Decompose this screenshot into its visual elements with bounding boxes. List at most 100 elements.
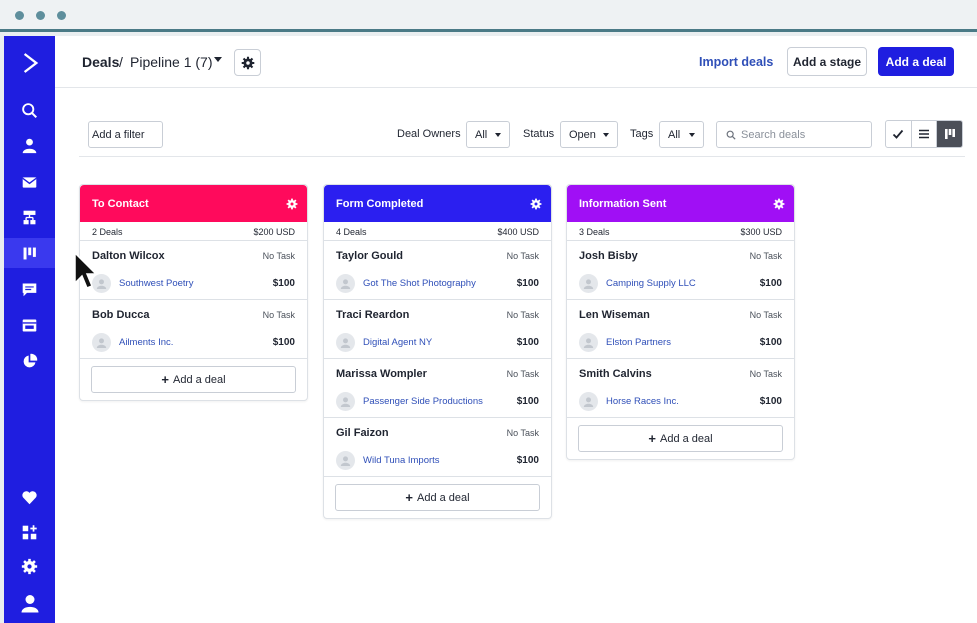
- contacts-person-icon[interactable]: [4, 130, 55, 160]
- deal-contact-name[interactable]: Dalton Wilcox: [92, 250, 165, 262]
- avatar: [92, 333, 111, 352]
- column-add-deal-button[interactable]: + Add a deal: [91, 366, 296, 393]
- deal-task-status[interactable]: No Task: [507, 369, 539, 379]
- search-input[interactable]: [741, 127, 866, 143]
- import-deals-link[interactable]: Import deals: [699, 55, 773, 69]
- add-deal-button[interactable]: Add a deal: [878, 47, 954, 76]
- user-avatar-icon[interactable]: [4, 588, 55, 618]
- sidebar: [4, 36, 55, 623]
- pipeline-selector[interactable]: Pipeline 1 (7): [130, 54, 213, 70]
- chevron-down-icon: [603, 133, 609, 137]
- deals-pipeline-icon[interactable]: [4, 238, 55, 268]
- pipeline-settings-button[interactable]: [234, 49, 261, 76]
- breadcrumb-deals[interactable]: Deals: [82, 54, 119, 70]
- website-layout-icon[interactable]: [4, 310, 55, 340]
- email-envelope-icon[interactable]: [4, 167, 55, 197]
- deal-owners-select[interactable]: All: [466, 121, 510, 148]
- deal-card[interactable]: Len Wiseman No Task Elston Partners $100: [567, 300, 794, 359]
- deal-task-status[interactable]: No Task: [263, 251, 295, 261]
- person-icon: [340, 338, 351, 348]
- deal-card[interactable]: Traci Reardon No Task Digital Agent NY $…: [324, 300, 551, 359]
- deal-task-status[interactable]: No Task: [507, 310, 539, 320]
- person-icon: [583, 338, 594, 348]
- stage-title[interactable]: To Contact: [92, 198, 149, 210]
- deal-task-status[interactable]: No Task: [750, 310, 782, 320]
- gear-icon[interactable]: [286, 197, 298, 210]
- list-view-button[interactable]: [912, 121, 938, 147]
- column-add-deal-button[interactable]: + Add a deal: [335, 484, 540, 511]
- chevron-down-icon: [689, 133, 695, 137]
- logo-chevron-icon[interactable]: [4, 46, 55, 80]
- deal-contact-name[interactable]: Bob Ducca: [92, 309, 149, 321]
- deal-task-status[interactable]: No Task: [507, 428, 539, 438]
- deal-card[interactable]: Smith Calvins No Task Horse Races Inc. $…: [567, 359, 794, 418]
- stage-column: To Contact 2 Deals $200 USD Dalton Wilco…: [79, 184, 308, 401]
- deal-task-status[interactable]: No Task: [263, 310, 295, 320]
- heart-icon[interactable]: [4, 482, 55, 512]
- deal-contact-name[interactable]: Smith Calvins: [579, 368, 652, 380]
- deal-contact-name[interactable]: Gil Faizon: [336, 427, 389, 439]
- tags-value: All: [668, 128, 681, 141]
- deal-contact-name[interactable]: Traci Reardon: [336, 309, 409, 321]
- deal-contact-name[interactable]: Marissa Wompler: [336, 368, 427, 380]
- apps-add-icon[interactable]: [4, 517, 55, 547]
- deal-contact-name[interactable]: Taylor Gould: [336, 250, 403, 262]
- deal-contact-name[interactable]: Len Wiseman: [579, 309, 650, 321]
- deal-contact-name[interactable]: Josh Bisby: [579, 250, 638, 262]
- automations-icon[interactable]: [4, 202, 55, 232]
- deal-organization-link[interactable]: Ailments Inc.: [119, 337, 173, 348]
- deal-organization-link[interactable]: Passenger Side Productions: [363, 396, 483, 407]
- deal-value: $100: [272, 278, 295, 289]
- deal-organization-link[interactable]: Southwest Poetry: [119, 278, 193, 289]
- gear-icon[interactable]: [530, 197, 542, 210]
- deal-list: Taylor Gould No Task Got The Shot Photog…: [324, 241, 551, 477]
- kanban-view-button[interactable]: [937, 121, 962, 147]
- view-toggle-group: [885, 120, 963, 148]
- stage-title[interactable]: Information Sent: [579, 198, 666, 210]
- stage-summary: 2 Deals $200 USD: [80, 222, 307, 241]
- deal-card[interactable]: Taylor Gould No Task Got The Shot Photog…: [324, 241, 551, 300]
- deal-value: $100: [516, 455, 539, 466]
- deal-task-status[interactable]: No Task: [750, 251, 782, 261]
- deal-card[interactable]: Josh Bisby No Task Camping Supply LLC $1…: [567, 241, 794, 300]
- chevron-down-icon[interactable]: [214, 57, 222, 62]
- deal-card[interactable]: Marissa Wompler No Task Passenger Side P…: [324, 359, 551, 418]
- settings-gear-icon[interactable]: [4, 551, 55, 581]
- deal-task-status[interactable]: No Task: [750, 369, 782, 379]
- deal-owners-label: Deal Owners: [397, 128, 461, 140]
- stage-deal-count: 3 Deals: [579, 227, 610, 237]
- deal-list: Dalton Wilcox No Task Southwest Poetry $…: [80, 241, 307, 359]
- add-stage-button[interactable]: Add a stage: [787, 47, 867, 76]
- deal-organization-link[interactable]: Elston Partners: [606, 337, 671, 348]
- deal-card[interactable]: Gil Faizon No Task Wild Tuna Imports $10…: [324, 418, 551, 477]
- stage-deal-count: 4 Deals: [336, 227, 367, 237]
- deal-organization-link[interactable]: Digital Agent NY: [363, 337, 432, 348]
- column-add-deal-label: Add a deal: [172, 373, 226, 386]
- gear-icon: [241, 56, 254, 69]
- stage-summary: 4 Deals $400 USD: [324, 222, 551, 241]
- add-filter-button[interactable]: Add a filter: [88, 121, 163, 148]
- deal-card[interactable]: Dalton Wilcox No Task Southwest Poetry $…: [80, 241, 307, 300]
- deal-organization-link[interactable]: Camping Supply LLC: [606, 278, 696, 289]
- tags-select[interactable]: All: [659, 121, 704, 148]
- conversations-chat-icon[interactable]: [4, 274, 55, 304]
- search-deals-box[interactable]: [716, 121, 872, 148]
- column-add-deal-button[interactable]: + Add a deal: [578, 425, 783, 452]
- deal-card[interactable]: Bob Ducca No Task Ailments Inc. $100: [80, 300, 307, 359]
- stage-header: Form Completed: [324, 185, 551, 222]
- plus-icon: +: [161, 372, 169, 387]
- person-icon: [340, 279, 351, 289]
- stage-title[interactable]: Form Completed: [336, 198, 423, 210]
- reports-pie-chart-icon[interactable]: [4, 346, 55, 376]
- avatar: [336, 274, 355, 293]
- deal-organization-link[interactable]: Horse Races Inc.: [606, 396, 679, 407]
- avatar: [336, 451, 355, 470]
- search-icon: [726, 130, 736, 140]
- search-icon[interactable]: [4, 95, 55, 125]
- deal-task-status[interactable]: No Task: [507, 251, 539, 261]
- status-select[interactable]: Open: [560, 121, 618, 148]
- complete-view-button[interactable]: [886, 121, 912, 147]
- gear-icon[interactable]: [773, 197, 785, 210]
- deal-organization-link[interactable]: Wild Tuna Imports: [363, 455, 440, 466]
- deal-organization-link[interactable]: Got The Shot Photography: [363, 278, 476, 289]
